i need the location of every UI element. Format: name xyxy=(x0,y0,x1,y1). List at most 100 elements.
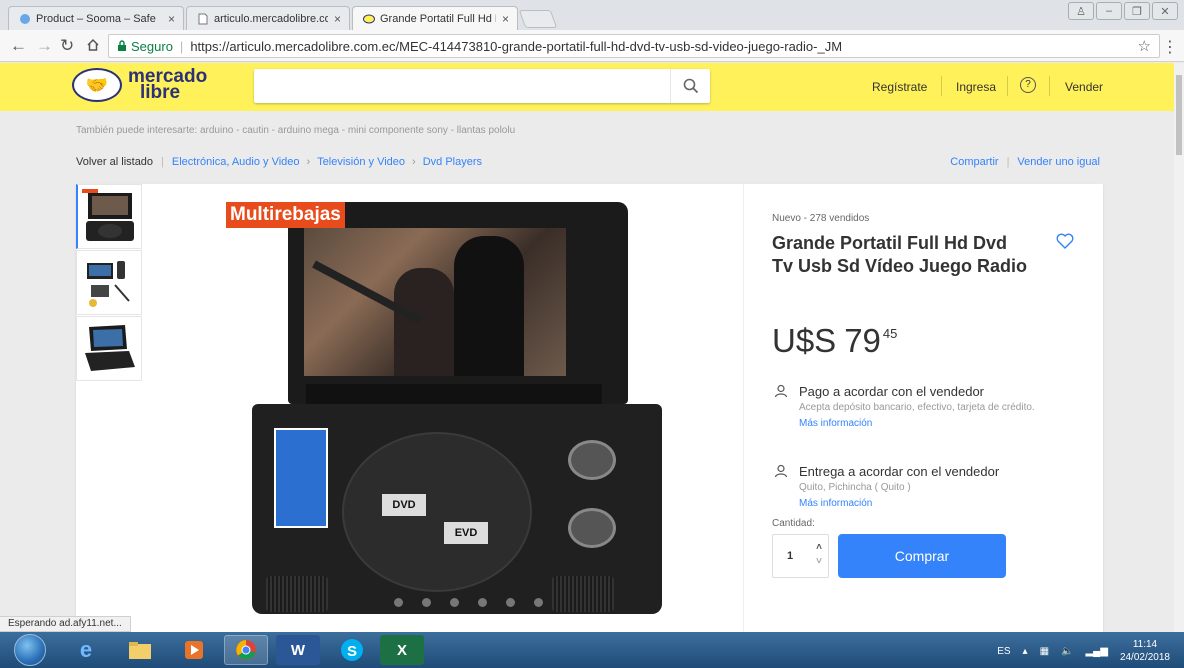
control-button xyxy=(422,598,431,607)
nav-divider xyxy=(941,76,942,96)
reload-icon[interactable]: ↻ xyxy=(60,36,74,56)
shipping-more-link[interactable]: Más información xyxy=(799,498,1072,509)
signal-icon[interactable]: ▂▄▆ xyxy=(1085,646,1107,657)
browser-menu-icon[interactable]: ⋮ xyxy=(1162,37,1178,57)
dvd-player-open-image xyxy=(85,324,135,371)
tray-expand-icon[interactable]: ▴ xyxy=(1023,646,1028,657)
maximize-button[interactable]: ❐ xyxy=(1124,2,1150,20)
close-window-button[interactable]: ✕ xyxy=(1152,2,1178,20)
address-bar: ← → ↻ Seguro | https://articulo.mercadol… xyxy=(0,30,1184,62)
payment-more-link[interactable]: Más información xyxy=(799,418,1072,429)
shipping-description: Quito, Pichincha ( Quito ) xyxy=(799,482,911,493)
speaker-grille xyxy=(266,576,328,612)
chevron-right-icon: › xyxy=(412,156,416,168)
mercadolibre-logo[interactable]: 🤝 mercado libre xyxy=(72,67,207,103)
browser-tab-strip: Product – Sooma – Safe × articulo.mercad… xyxy=(0,0,1184,30)
excel-icon[interactable]: X xyxy=(380,635,424,665)
dpad-control xyxy=(568,508,616,548)
player-screen xyxy=(304,228,566,376)
breadcrumb-divider: | xyxy=(161,156,164,168)
sell-link[interactable]: Vender xyxy=(1065,80,1103,94)
scrollbar-thumb[interactable] xyxy=(1176,75,1182,155)
bookmark-star-icon[interactable]: ☆ xyxy=(1138,37,1151,55)
taskbar: e W S X ES ▴ ▦ 🔈 ▂▄▆ 11:14 24/02/2018 xyxy=(0,632,1184,668)
search-icon xyxy=(683,78,698,94)
profile-icon[interactable]: ♙ xyxy=(1068,2,1094,20)
skype-icon[interactable]: S xyxy=(330,635,374,665)
url-input[interactable]: Seguro | https://articulo.mercadolibre.c… xyxy=(108,34,1160,58)
product-thumbnail[interactable] xyxy=(76,250,142,315)
screen-figure xyxy=(394,268,454,376)
chrome-icon[interactable] xyxy=(224,635,268,665)
chevron-up-icon[interactable]: ˄ xyxy=(816,541,822,555)
control-button xyxy=(394,598,403,607)
chevron-down-icon[interactable]: ˅ xyxy=(816,555,822,569)
person-icon xyxy=(774,384,788,398)
search-input[interactable] xyxy=(254,69,654,103)
word-icon[interactable]: W xyxy=(276,635,320,665)
tab-close-icon[interactable]: × xyxy=(334,12,341,26)
language-indicator[interactable]: ES xyxy=(997,646,1010,657)
breadcrumb: Volver al listado | Electrónica, Audio y… xyxy=(76,156,482,168)
main-product-image[interactable]: DVD EVD Multirebajas xyxy=(222,200,662,620)
browser-tab[interactable]: articulo.mercadolibre.co × xyxy=(186,6,350,30)
related-searches[interactable]: También puede interesarte: arduino - cau… xyxy=(76,125,515,136)
new-tab-button[interactable] xyxy=(518,10,558,28)
buy-box: Nuevo - 278 vendidos Grande Portatil Ful… xyxy=(743,184,1103,644)
screen-figure xyxy=(454,236,524,376)
volume-icon[interactable]: 🔈 xyxy=(1061,646,1073,657)
lock-icon xyxy=(118,40,126,51)
stepper-arrows: ˄ ˅ xyxy=(816,541,822,569)
logo-line-2: libre xyxy=(140,82,181,103)
price: U$S 79 45 xyxy=(772,322,897,360)
internet-explorer-icon[interactable]: e xyxy=(64,635,108,665)
system-tray: ES ▴ ▦ 🔈 ▂▄▆ 11:14 24/02/2018 xyxy=(997,638,1170,664)
window-controls: ♙ – ❐ ✕ xyxy=(1068,2,1178,20)
feature-sticker xyxy=(274,428,328,528)
help-icon[interactable]: ? xyxy=(1020,77,1036,93)
search-button[interactable] xyxy=(670,69,710,103)
quantity-value: 1 xyxy=(787,550,794,562)
buy-button[interactable]: Comprar xyxy=(838,534,1006,578)
browser-tab-active[interactable]: Grande Portatil Full Hd D × xyxy=(352,6,518,30)
url-text: https://articulo.mercadolibre.com.ec/MEC… xyxy=(190,38,843,54)
divider: | xyxy=(1006,156,1010,168)
back-arrow-icon[interactable]: ← xyxy=(10,36,27,56)
breadcrumb-item[interactable]: Televisión y Video xyxy=(317,156,405,168)
browser-status-bar: Esperando ad.afy11.net... xyxy=(0,616,131,632)
clock[interactable]: 11:14 24/02/2018 xyxy=(1120,638,1170,664)
login-link[interactable]: Ingresa xyxy=(956,80,996,94)
heart-icon[interactable] xyxy=(1056,233,1074,249)
tab-close-icon[interactable]: × xyxy=(168,12,175,26)
svg-text:S: S xyxy=(347,643,357,660)
player-hinge xyxy=(306,384,602,404)
control-button xyxy=(450,598,459,607)
browser-tab[interactable]: Product – Sooma – Safe × xyxy=(8,6,184,30)
minimize-button[interactable]: – xyxy=(1096,2,1122,20)
back-to-list-link[interactable]: Volver al listado xyxy=(76,156,153,168)
network-icon[interactable]: ▦ xyxy=(1040,646,1049,657)
control-button xyxy=(534,598,543,607)
speaker-grille xyxy=(552,576,614,612)
page-scrollbar[interactable] xyxy=(1174,63,1184,632)
dvd-logo: DVD xyxy=(382,494,426,516)
thumbnail-list xyxy=(76,184,142,382)
product-thumbnail[interactable] xyxy=(76,184,142,249)
person-icon xyxy=(774,464,788,478)
start-button[interactable] xyxy=(14,634,46,666)
tab-close-icon[interactable]: × xyxy=(502,12,509,26)
share-link[interactable]: Compartir xyxy=(950,156,998,168)
file-explorer-icon[interactable] xyxy=(118,635,162,665)
register-link[interactable]: Regístrate xyxy=(872,80,927,94)
home-icon[interactable] xyxy=(86,38,100,52)
control-button xyxy=(478,598,487,607)
breadcrumb-item[interactable]: Electrónica, Audio y Video xyxy=(172,156,300,168)
sell-same-link[interactable]: Vender uno igual xyxy=(1017,156,1100,168)
forward-arrow-icon[interactable]: → xyxy=(36,36,53,56)
quantity-stepper[interactable]: 1 ˄ ˅ xyxy=(772,534,829,578)
price-integer: 79 xyxy=(844,322,881,359)
media-player-icon[interactable] xyxy=(172,635,216,665)
breadcrumb-item[interactable]: Dvd Players xyxy=(423,156,482,168)
payment-title: Pago a acordar con el vendedor xyxy=(799,384,985,399)
product-thumbnail[interactable] xyxy=(76,316,142,381)
